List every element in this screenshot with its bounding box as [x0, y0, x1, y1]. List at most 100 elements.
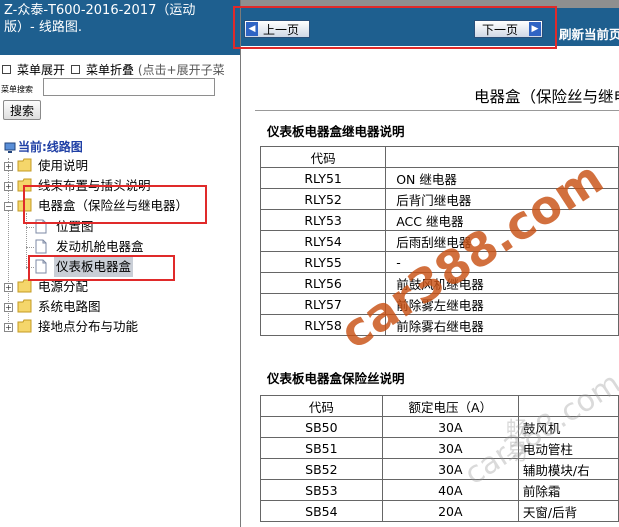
collapse-icon[interactable]: [71, 65, 81, 74]
fuse-table: 代码 额定电压（A） SB50 30A 鼓风机 SB51 30A 电动管柱 SB52 30…: [260, 395, 619, 522]
computer-icon: [4, 142, 16, 153]
manual-title-line2: 版）- 线路图.: [4, 20, 82, 35]
relay-desc: 前除雾左继电器: [385, 293, 619, 315]
relay-section-heading: 仪表板电器盒继电器说明: [267, 124, 405, 139]
relay-code: RLY58: [259, 314, 387, 336]
table-row: RLY52 后背门继电器: [259, 188, 619, 210]
folder-icon: [17, 279, 32, 293]
folder-open-icon: [17, 198, 32, 212]
search-button[interactable]: 搜索: [3, 100, 41, 120]
next-page-label: 下一页: [482, 23, 519, 37]
menu-collapse-link[interactable]: 菜单折叠: [86, 63, 134, 77]
fuse-code: SB53: [260, 479, 383, 501]
relay-code: RLY55: [259, 251, 387, 273]
refresh-page-link[interactable]: 刷新当前页: [559, 24, 619, 43]
menu-toggles: 菜单展开 菜单折叠 (点击+展开子菜: [2, 61, 225, 78]
table-row: SB50 30A 鼓风机: [260, 416, 619, 438]
relay-desc: ON 继电器: [385, 167, 619, 189]
expand-toggle-icon[interactable]: +: [4, 303, 13, 312]
page-icon: [35, 219, 47, 234]
fuse-rating: 30A: [381, 458, 519, 480]
tree-item-dash-box[interactable]: 仪表板电器盒: [0, 257, 240, 277]
table-row: RLY51 ON 继电器: [259, 167, 619, 189]
folder-icon: [17, 178, 32, 192]
tree-item-system[interactable]: + 系统电路图: [0, 297, 240, 317]
document-title: 电器盒（保险丝与继电器）: [474, 88, 619, 106]
expand-toggle-icon[interactable]: +: [4, 283, 13, 292]
tree-item-label: 系统电路图: [38, 299, 101, 314]
tree-root-label: 当前:线路图: [18, 140, 83, 154]
tree-item-location[interactable]: 位置图: [0, 217, 240, 237]
tree-item-label: 接地点分布与功能: [38, 319, 139, 334]
relay-code: RLY57: [259, 293, 387, 315]
page-icon: [35, 239, 47, 254]
table-row: RLY55-: [259, 251, 619, 273]
table-row: RLY57 前除雾左继电器: [259, 293, 619, 315]
arrow-left-icon: ◀: [246, 22, 258, 36]
tree-root: 当前:线路图: [4, 138, 83, 155]
relay-desc: -: [385, 251, 619, 273]
relay-code: RLY53: [259, 209, 387, 231]
menu-hint: (点击+展开子菜: [137, 63, 225, 77]
fuse-rating: 30A: [381, 416, 519, 438]
fuse-code: SB54: [260, 500, 383, 522]
tree-item-label: 电源分配: [38, 279, 89, 294]
table-row: SB51 30A 电动管柱: [260, 437, 619, 459]
tree-item-power[interactable]: + 电源分配: [0, 277, 240, 297]
table-row: RLY54 后雨刮继电器: [259, 230, 619, 252]
prev-page-label: 上一页: [263, 23, 300, 37]
tree-item-label: 发动机舱电器盒: [56, 239, 144, 254]
tree-item-usage[interactable]: + 使用说明: [0, 156, 240, 176]
fuse-section-heading: 仪表板电器盒保险丝说明: [267, 371, 405, 386]
menu-panel: Z-众泰-T600-2016-2017（运动 版）- 线路图. 菜单展开 菜单折叠…: [0, 0, 241, 527]
table-row: SB54 20A 天窗/后背: [260, 500, 619, 522]
relay-table: 代码 RLY51 ON 继电器 RLY52 后背门继电器 RLY53 ACC 继电器 …: [259, 146, 619, 336]
fuse-desc: 辅助模块/右: [517, 458, 619, 480]
column-header: [517, 395, 619, 417]
menu-search-input[interactable]: [43, 78, 215, 96]
fuse-desc: 天窗/后背: [517, 500, 619, 522]
relay-desc: 后背门继电器: [385, 188, 619, 210]
column-header: 代码: [259, 146, 387, 168]
manual-title-line1: Z-众泰-T600-2016-2017（运动: [4, 3, 196, 18]
tree-item-engine-box[interactable]: 发动机舱电器盒: [0, 237, 240, 257]
table-row: RLY53 ACC 继电器: [259, 209, 619, 231]
tree-item-label: 线束布置与插头说明: [38, 178, 151, 193]
folder-icon: [17, 299, 32, 313]
fuse-code: SB52: [260, 458, 383, 480]
relay-code: RLY52: [259, 188, 387, 210]
expand-toggle-icon[interactable]: +: [4, 182, 13, 191]
expand-toggle-icon[interactable]: +: [4, 323, 13, 332]
next-page-button[interactable]: 下一页 ▶: [474, 20, 543, 38]
relay-desc: ACC 继电器: [385, 209, 619, 231]
tree-item-label: 电器盒（保险丝与继电器）: [38, 198, 189, 213]
title-divider: [255, 110, 619, 111]
table-row: RLY56 前鼓风机继电器: [259, 272, 619, 294]
table-row: SB52 30A 辅助模块/右: [260, 458, 619, 480]
relay-desc: 前鼓风机继电器: [385, 272, 619, 294]
collapse-toggle-icon[interactable]: −: [4, 202, 13, 211]
column-header: [385, 146, 619, 168]
relay-desc: 前除雾右继电器: [385, 314, 619, 336]
prev-page-button[interactable]: ◀ 上一页: [244, 20, 310, 38]
table-header-row: 代码: [259, 146, 619, 168]
tree-item-ground[interactable]: + 接地点分布与功能: [0, 317, 240, 337]
tree-item-label: 位置图: [56, 219, 94, 234]
manual-title: Z-众泰-T600-2016-2017（运动 版）- 线路图.: [0, 0, 240, 55]
tree-item-fusebox[interactable]: − 电器盒（保险丝与继电器）: [0, 196, 240, 216]
table-header-row: 代码 额定电压（A）: [260, 395, 619, 417]
expand-icon[interactable]: [2, 65, 11, 74]
tree-item-label: 仪表板电器盒: [54, 257, 134, 277]
menu-expand-link[interactable]: 菜单展开: [17, 63, 65, 77]
column-header: 额定电压（A）: [381, 395, 519, 417]
tree-item-harness[interactable]: + 线束布置与插头说明: [0, 176, 240, 196]
relay-code: RLY54: [259, 230, 387, 252]
table-row: SB53 40A 前除霜: [260, 479, 619, 501]
expand-toggle-icon[interactable]: +: [4, 162, 13, 171]
fuse-code: SB51: [260, 437, 383, 459]
fuse-rating: 30A: [381, 437, 519, 459]
fuse-code: SB50: [260, 416, 383, 438]
table-row: RLY58 前除雾右继电器: [259, 314, 619, 336]
arrow-right-icon: ▶: [529, 22, 541, 36]
tree-item-label: 使用说明: [38, 158, 89, 173]
